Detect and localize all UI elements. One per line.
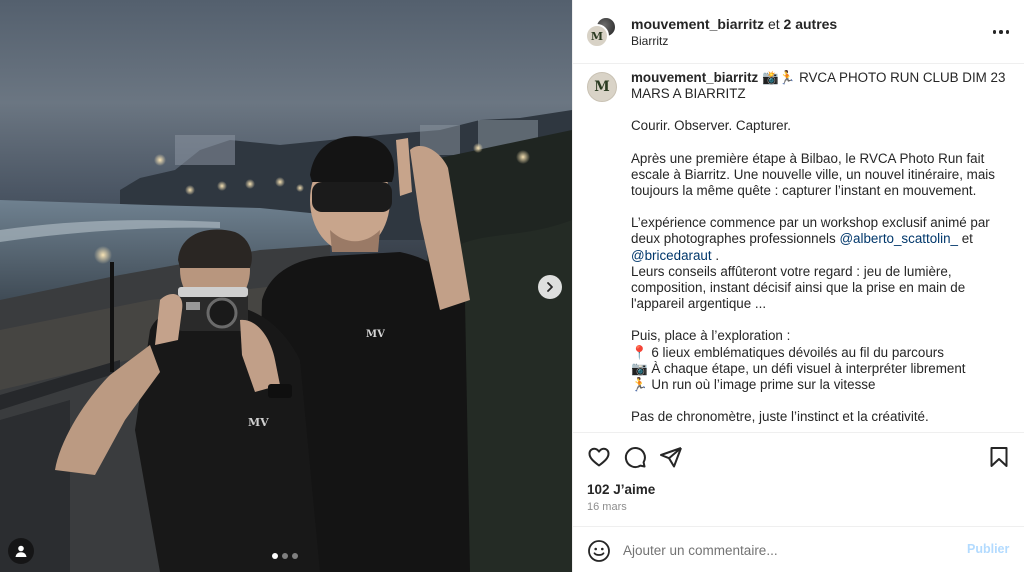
avatar[interactable]: M — [587, 72, 617, 102]
more-icon — [999, 30, 1003, 34]
more-options-button[interactable] — [989, 20, 1013, 44]
likes-count[interactable]: 102 J’aime — [587, 482, 655, 497]
caption-text: Puis, place à l’exploration : — [631, 328, 791, 344]
location-link[interactable]: Biarritz — [631, 34, 668, 48]
caption-tagline: Courir. Observer. Capturer. — [631, 118, 792, 134]
comment-input[interactable] — [623, 537, 953, 563]
post-details-panel: M mouvement_biarritz et 2 autres Biarrit… — [572, 0, 1024, 572]
coauthors-text[interactable]: et 2 autres — [768, 16, 837, 32]
avatar-initial: M — [594, 79, 610, 95]
caption-text: Après une première étape à Bilbao, le RV… — [631, 150, 985, 166]
carousel-dot — [292, 553, 298, 559]
caption-text: toujours la même quête : capturer l’inst… — [631, 183, 977, 199]
coauthors-connector: et — [767, 16, 784, 32]
caption-bullet: 📷 À chaque étape, un défi visuel à inter… — [631, 360, 966, 376]
share-icon[interactable] — [659, 445, 683, 469]
caption-text: composition, instant décisif ainsi que l… — [631, 280, 966, 296]
user-tag-icon — [15, 545, 27, 557]
post-date[interactable]: 16 mars — [587, 501, 627, 513]
publish-button[interactable]: Publier — [967, 542, 1009, 556]
post-actions — [573, 432, 1024, 472]
avatar: M — [585, 24, 609, 48]
emoji-icon[interactable] — [587, 539, 611, 563]
caption-bullet: 🏃 Un run où l’image prime sur la vitesse — [631, 377, 876, 393]
chevron-right-icon — [547, 282, 553, 292]
caption-text: deux photographes professionnels — [631, 231, 840, 247]
caption-title: RVCA PHOTO RUN CLUB DIM 23 — [795, 70, 1006, 85]
caption-text: et — [958, 231, 973, 247]
author-username-link[interactable]: mouvement_biarritz — [631, 16, 764, 32]
caption-text: . — [711, 247, 720, 263]
caption-username-link[interactable]: mouvement_biarritz — [631, 70, 758, 85]
caption-scroll-area[interactable]: M mouvement_biarritz 📸🏃 RVCA PHOTO RUN C… — [573, 64, 1024, 432]
carousel-dot — [282, 553, 288, 559]
comment-bar: Publier — [573, 526, 1024, 572]
caption-text: L’expérience commence par un workshop ex… — [631, 215, 990, 231]
post-header: M mouvement_biarritz et 2 autres Biarrit… — [573, 0, 1024, 64]
caption-bullet: 📍 6 lieux emblématiques dévoilés au fil … — [631, 344, 944, 360]
shirt-logo-text: MV — [366, 329, 385, 340]
caption-text: Leurs conseils affûteront votre regard :… — [631, 263, 952, 279]
post-caption: mouvement_biarritz 📸🏃 RVCA PHOTO RUN CLU… — [631, 70, 1011, 425]
more-icon — [1005, 30, 1010, 34]
mention-link[interactable]: @bricedaraut — [631, 248, 712, 263]
caption-title-cont: MARS A BIARRITZ — [631, 86, 746, 102]
coauthor-avatars[interactable]: M — [585, 16, 617, 48]
caption-title-emoji: 📸🏃 — [761, 70, 796, 85]
caption-text: Pas de chronomètre, juste l’instinct et … — [631, 409, 929, 425]
tagged-users-button[interactable] — [8, 538, 34, 564]
coauthors-count: 2 autres — [783, 16, 838, 32]
shirt-logo-text: MV — [248, 416, 269, 429]
mention-link[interactable]: @alberto_scattolin_ — [839, 231, 958, 246]
heart-icon[interactable] — [587, 445, 611, 469]
bookmark-icon[interactable] — [987, 445, 1011, 469]
photo-scene: MV MV — [0, 110, 572, 572]
avatar-initial: M — [590, 29, 604, 43]
caption-text: escale à Biarritz. Une nouvelle ville, u… — [631, 166, 995, 182]
instagram-post-modal: MV MV M mouvement_biarritz et 2 autres B… — [0, 0, 1024, 572]
carousel-dots — [272, 553, 298, 559]
carousel-dot — [272, 553, 278, 559]
caption-text: l'appareil argentique ... — [631, 296, 767, 312]
post-photo[interactable]: MV MV — [0, 0, 572, 572]
more-icon — [992, 30, 997, 34]
carousel-next-button[interactable] — [538, 275, 562, 299]
header-author-line: mouvement_biarritz et 2 autres — [631, 16, 837, 32]
comment-icon[interactable] — [623, 445, 647, 469]
